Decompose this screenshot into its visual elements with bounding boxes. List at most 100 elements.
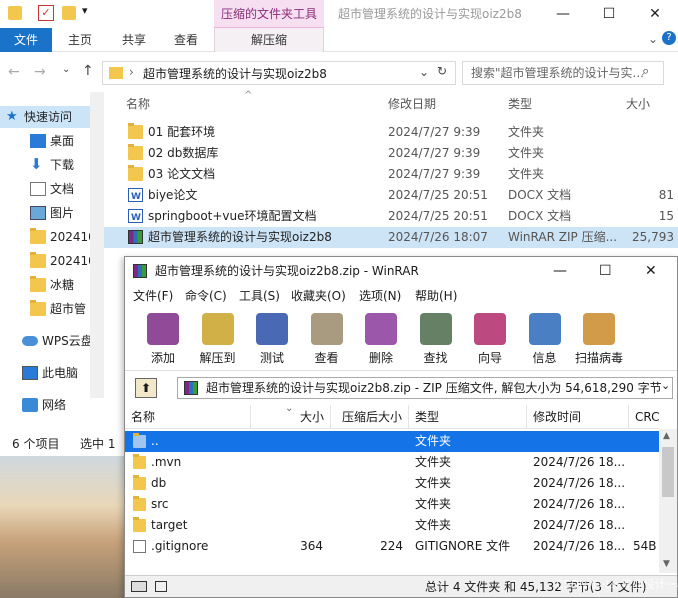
menu-options[interactable]: 选项(N) — [353, 285, 407, 307]
wizard-icon — [474, 313, 506, 345]
folder-icon — [109, 67, 123, 79]
column-size[interactable]: 大小 — [626, 92, 650, 116]
folder-icon — [30, 252, 46, 268]
toolbar-label: 查看 — [314, 351, 339, 365]
nav-item-folder-1[interactable]: 202410 — [0, 226, 90, 248]
path-dropdown-icon[interactable]: ⌄ — [661, 379, 670, 392]
toolbar-label: 删除 — [368, 351, 393, 365]
nav-quick-access[interactable]: ★ 快速访问 — [0, 106, 90, 128]
rar-maximize-button[interactable]: ☐ — [599, 257, 612, 285]
help-icon[interactable]: ? — [662, 31, 676, 45]
column-crc[interactable]: CRC — [629, 405, 660, 429]
maximize-button[interactable]: ☐ — [586, 0, 632, 28]
nav-item-wps[interactable]: WPS云盘 — [0, 330, 90, 352]
toolbar-button-1[interactable]: 解压到 — [190, 307, 246, 371]
column-modified[interactable]: 修改时间 — [527, 405, 629, 429]
rar-minimize-button[interactable]: — — [553, 257, 567, 285]
nav-item-documents[interactable]: 文档 — [0, 178, 90, 200]
nav-item-downloads[interactable]: ⬇ 下载 — [0, 154, 90, 176]
menu-command[interactable]: 命令(C) — [179, 285, 233, 307]
toolbar-button-6[interactable]: 向导 — [462, 307, 518, 371]
column-name[interactable]: 名称 — [126, 92, 150, 116]
nav-item-desktop[interactable]: 桌面 — [0, 130, 90, 152]
winrar-icon — [184, 381, 198, 395]
file-type: 文件夹 — [508, 125, 545, 139]
close-button[interactable]: ✕ — [632, 0, 678, 28]
menu-favorites[interactable]: 收藏夹(O) — [285, 285, 352, 307]
column-size[interactable]: 大小 — [251, 405, 331, 429]
up-folder-button[interactable]: ⬆ — [135, 378, 157, 398]
toolbar-button-7[interactable]: 信息 — [517, 307, 573, 371]
column-type[interactable]: 类型 — [508, 92, 532, 116]
properties-icon[interactable]: ✓ — [38, 5, 54, 21]
quick-access-dropdown-icon[interactable]: ▾ — [82, 4, 88, 17]
file-list-header: 名称 ^ 修改日期 类型 大小 — [104, 90, 678, 116]
scroll-down-icon[interactable]: ▼ — [663, 559, 670, 569]
archive-row[interactable]: src 文件夹 2024/7/26 18... — [125, 494, 659, 515]
rar-close-button[interactable]: ✕ — [645, 257, 657, 285]
file-modified: 2024/7/26 18:07 — [388, 230, 488, 244]
minimize-button[interactable]: — — [540, 0, 586, 28]
archive-row[interactable]: .gitignore 364 224 GITIGNORE 文件 2024/7/26 18… — [125, 536, 659, 557]
file-row[interactable]: 02 db数据库 2024/7/27 9:39 文件夹 — [104, 143, 678, 164]
archive-path-field[interactable]: 超市管理系统的设计与实现oiz2b8.zip - ZIP 压缩文件, 解包大小为… — [177, 377, 673, 399]
nav-item-folder-2[interactable]: 202410 — [0, 250, 90, 272]
forward-arrow-icon[interactable]: → — [34, 64, 46, 80]
tab-file[interactable]: 文件 — [0, 28, 52, 52]
archive-row[interactable]: .mvn 文件夹 2024/7/26 18... — [125, 452, 659, 473]
file-row[interactable]: 超市管理系统的设计与实现oiz2b8 2024/7/26 18:07 WinRAR … — [104, 227, 678, 248]
entry-size: 364 — [300, 539, 323, 553]
menu-file[interactable]: 文件(F) — [127, 285, 179, 307]
entry-type: 文件夹 — [415, 497, 452, 511]
refresh-icon[interactable]: ↻ — [437, 64, 447, 78]
toolbar-button-4[interactable]: 删除 — [353, 307, 409, 371]
ribbon-expand-icon[interactable]: ⌄ — [648, 32, 658, 46]
toolbar-button-5[interactable]: 查找 — [408, 307, 464, 371]
nav-item-folder-4[interactable]: 超市管 — [0, 298, 90, 320]
scroll-thumb[interactable] — [662, 447, 674, 497]
archive-row[interactable]: .. 文件夹 — [125, 431, 659, 452]
archive-row[interactable]: db 文件夹 2024/7/26 18... — [125, 473, 659, 494]
entry-type: 文件夹 — [415, 434, 452, 448]
address-bar[interactable]: › 超市管理系统的设计与实现oiz2b8 ⌄ ↻ — [102, 61, 456, 85]
toolbar-label: 测试 — [259, 351, 284, 365]
menu-help[interactable]: 帮助(H) — [409, 285, 463, 307]
nav-scrollbar[interactable] — [90, 92, 104, 398]
nav-item-network[interactable]: 网络 — [0, 394, 90, 416]
scroll-up-icon[interactable]: ▲ — [663, 431, 670, 441]
search-input[interactable]: 搜索"超市管理系统的设计与实... — [462, 61, 664, 85]
tab-home[interactable]: 主页 — [60, 28, 100, 52]
winrar-icon — [128, 230, 143, 244]
column-type[interactable]: 类型 — [409, 405, 527, 429]
archive-row[interactable]: target 文件夹 2024/7/26 18... — [125, 515, 659, 536]
file-type: DOCX 文档 — [508, 209, 572, 223]
back-arrow-icon[interactable]: ← — [8, 64, 20, 80]
column-modified[interactable]: 修改日期 — [388, 92, 436, 116]
column-packed[interactable]: 压缩后大小 — [331, 405, 409, 429]
rar-scrollbar[interactable]: ▲ ▼ — [659, 429, 677, 573]
up-arrow-icon[interactable]: ↑ — [82, 63, 94, 79]
tab-view[interactable]: 查看 — [166, 28, 206, 52]
column-name[interactable]: 名称 — [125, 405, 251, 429]
file-name: 超市管理系统的设计与实现oiz2b8 — [148, 230, 332, 244]
file-name: 01 配套环境 — [148, 125, 216, 139]
nav-item-pictures[interactable]: 图片 — [0, 202, 90, 224]
menu-tools[interactable]: 工具(S) — [233, 285, 286, 307]
folder-icon — [133, 517, 146, 532]
toolbar-button-2[interactable]: 测试 — [244, 307, 300, 371]
tab-share[interactable]: 共享 — [114, 28, 154, 52]
toolbar-button-0[interactable]: 添加 — [135, 307, 191, 371]
address-dropdown-icon[interactable]: ⌄ — [419, 65, 429, 79]
file-row[interactable]: 03 论文文档 2024/7/27 9:39 文件夹 — [104, 164, 678, 185]
new-folder-icon[interactable] — [62, 6, 76, 20]
file-row[interactable]: springboot+vue环境配置文档 2024/7/25 20:51 DOCX … — [104, 206, 678, 229]
nav-item-this-pc[interactable]: 此电脑 — [0, 362, 90, 384]
tab-unzip[interactable]: 解压缩 — [214, 28, 324, 52]
toolbar-button-8[interactable]: 扫描病毒 — [571, 307, 627, 371]
file-row[interactable]: 01 配套环境 2024/7/27 9:39 文件夹 — [104, 122, 678, 143]
recent-dropdown-icon[interactable]: ⌄ — [62, 64, 70, 75]
file-row[interactable]: biye论文 2024/7/25 20:51 DOCX 文档 81 — [104, 185, 678, 208]
nav-item-folder-3[interactable]: 冰糖 — [0, 274, 90, 296]
toolbar-button-3[interactable]: 查看 — [299, 307, 355, 371]
breadcrumb[interactable]: 超市管理系统的设计与实现oiz2b8 — [143, 65, 327, 82]
